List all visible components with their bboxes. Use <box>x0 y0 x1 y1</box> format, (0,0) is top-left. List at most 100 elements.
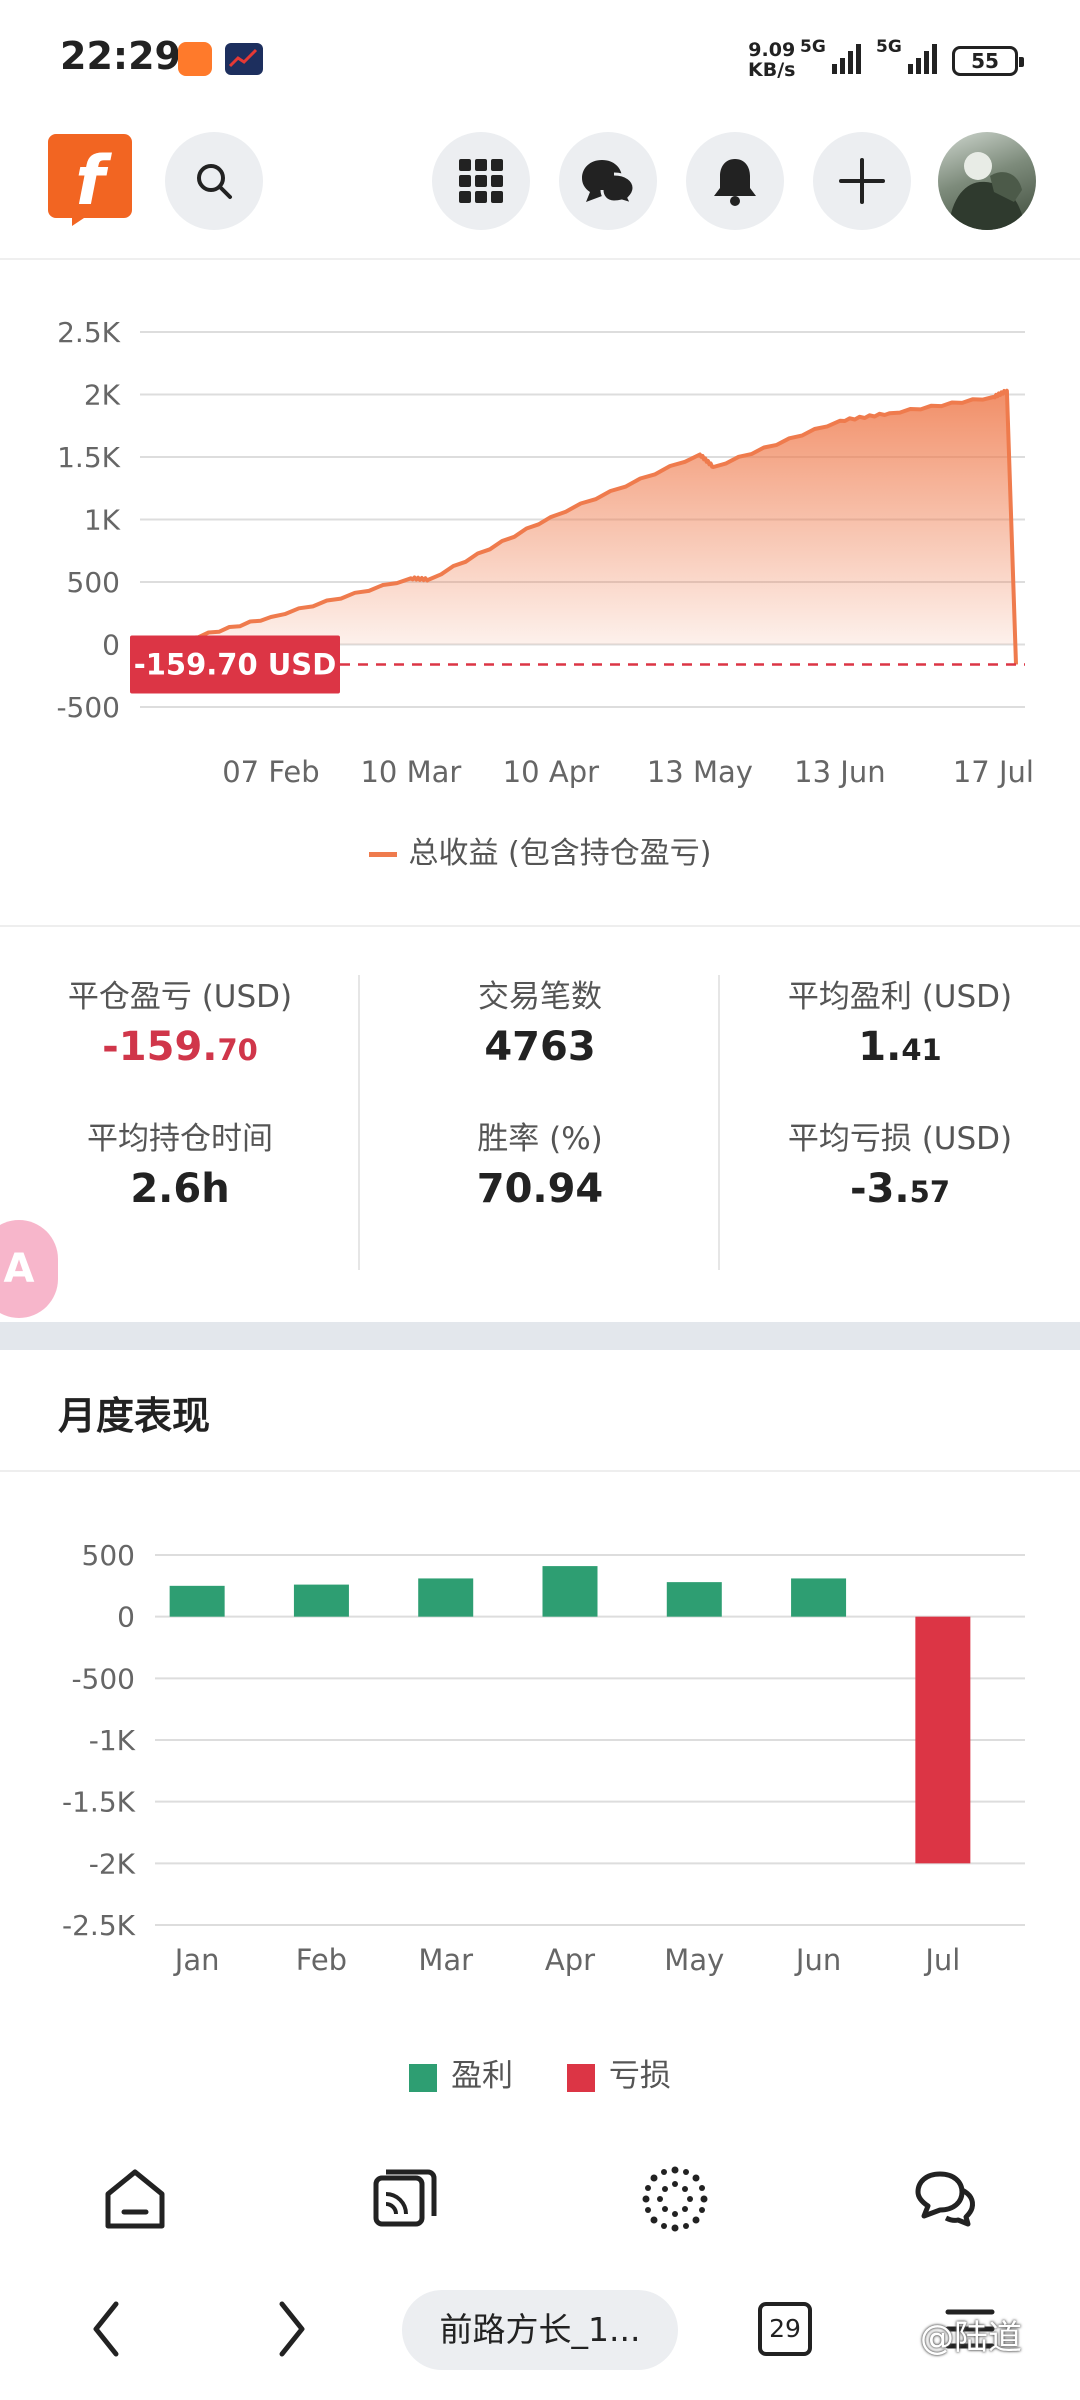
address-bar[interactable]: 前路方长_1... <box>402 2290 678 2370</box>
y-tick-label: -2K <box>89 1847 136 1880</box>
x-tick-label: 10 Mar <box>360 755 461 789</box>
x-tick-label: Apr <box>545 1943 595 1977</box>
stock-app-icon <box>225 43 263 75</box>
apps-grid-icon <box>459 159 503 203</box>
messages-icon[interactable] <box>910 2164 980 2234</box>
search-button[interactable] <box>165 132 263 230</box>
bar-apr <box>542 1566 598 1617</box>
bottom-nav <box>0 2150 1080 2250</box>
watermark: @陆道 <box>920 2318 1022 2358</box>
trades-label: 交易笔数 <box>478 979 602 1015</box>
y-tick-label: 2.5K <box>57 316 121 349</box>
total-profit-chart: 2.5K 2K 1.5K 1K 500 0 -500 07 Feb 10 Mar 10 Apr 1… <box>56 316 1034 789</box>
signal-icon: 5G <box>800 37 861 74</box>
translate-float-button[interactable]: A <box>0 1220 58 1318</box>
x-tick-label: 17 Jul <box>953 755 1034 789</box>
legend-swatch-loss <box>566 2063 595 2092</box>
plus-icon <box>839 158 885 204</box>
legend-profit: 盈利 <box>409 2050 513 2095</box>
stats-column-3: 平均盈利 (USD) 1.41 平均亏损 (USD) -3.57 <box>720 975 1080 1275</box>
avg-profit-label: 平均盈利 (USD) <box>787 979 1013 1015</box>
bar-feb <box>293 1584 349 1617</box>
stats-column-1: 平仓盈亏 (USD) -159.70 平均持仓时间 2.6h <box>0 975 360 1275</box>
y-tick-label: 1K <box>84 504 121 537</box>
stats-column-2: 交易笔数 4763 胜率 (%) 70.94 <box>360 975 720 1275</box>
total-profit-area <box>167 390 1017 665</box>
winrate-label: 胜率 (%) <box>477 1121 603 1157</box>
y-tick-label: -1.5K <box>62 1786 136 1819</box>
x-tick-label: Jul <box>923 1943 960 1977</box>
legend-swatch <box>368 852 397 857</box>
trades-value: 4763 <box>484 1024 596 1070</box>
bar-may <box>666 1582 722 1617</box>
x-tick-label: Mar <box>418 1943 473 1977</box>
avatar-image <box>948 152 1026 230</box>
winrate-value: 70.94 <box>476 1166 604 1212</box>
x-tick-label: 07 Feb <box>222 755 319 789</box>
shopping-app-icon <box>178 42 212 76</box>
stats-panel: 平仓盈亏 (USD) -159.70 平均持仓时间 2.6h 交易笔数 4763… <box>0 975 1080 1275</box>
app-header: f <box>0 120 1080 260</box>
closed-pnl-label: 平仓盈亏 (USD) <box>67 979 293 1015</box>
explore-icon[interactable] <box>640 2164 710 2234</box>
y-tick-label: 500 <box>67 566 120 599</box>
avg-loss-value: -3.57 <box>850 1166 950 1212</box>
x-tick-label: Feb <box>296 1943 347 1977</box>
avg-loss-label: 平均亏损 (USD) <box>787 1121 1013 1157</box>
total-chart-legend: 总收益 (包含持仓盈亏) <box>0 828 1080 872</box>
bar-mar <box>418 1578 474 1617</box>
brand-logo-icon[interactable]: f <box>48 134 132 226</box>
back-icon[interactable] <box>86 2294 126 2364</box>
home-icon[interactable] <box>100 2164 170 2234</box>
y-tick-label: -500 <box>56 691 120 724</box>
section-separator <box>0 1322 1080 1350</box>
closed-pnl-value: -159.70 <box>102 1024 258 1070</box>
search-icon <box>197 164 232 199</box>
legend-swatch-profit <box>409 2063 438 2092</box>
svg-text:5G: 5G <box>876 37 902 57</box>
bar-jun <box>791 1578 847 1617</box>
status-time: 22:29 <box>60 34 181 78</box>
x-tick-label: May <box>664 1943 724 1977</box>
divider <box>0 925 1080 927</box>
avg-hold-label: 平均持仓时间 <box>87 1121 273 1157</box>
legend-label: 总收益 (包含持仓盈亏) <box>408 836 712 871</box>
bar-jul <box>915 1616 971 1864</box>
section-title: 月度表现 <box>58 1394 211 1438</box>
browser-bar: 前路方长_1... 29 @陆道 <box>0 2270 1080 2390</box>
legend-loss: 亏损 <box>566 2050 671 2095</box>
battery-indicator: 55 <box>952 46 1024 76</box>
status-bar: 22:29 9.09 KB/s 5G 5G 55 <box>0 0 1080 120</box>
x-tick-label: Jun <box>794 1943 841 1977</box>
x-tick-label: 13 Jun <box>794 755 885 789</box>
y-tick-label: -500 <box>71 1662 135 1695</box>
network-speed: 9.09 KB/s <box>748 39 796 81</box>
divider <box>0 1470 1080 1472</box>
bell-icon <box>714 159 756 206</box>
x-tick-label: 13 May <box>647 755 753 789</box>
forward-icon[interactable] <box>272 2294 312 2364</box>
y-tick-label: 1.5K <box>57 441 121 474</box>
bar-jan <box>169 1585 225 1617</box>
signal-icon-2: 5G <box>876 37 937 74</box>
x-tick-label: Jan <box>173 1943 220 1977</box>
x-tick-label: 10 Apr <box>503 755 599 789</box>
tab-count-button[interactable]: 29 <box>758 2302 812 2356</box>
chat-button[interactable] <box>559 132 657 230</box>
feed-icon[interactable] <box>370 2164 440 2234</box>
y-tick-label: 0 <box>117 1601 135 1634</box>
y-tick-label: 500 <box>82 1539 135 1572</box>
avg-profit-value: 1.41 <box>858 1024 942 1070</box>
apps-button[interactable] <box>432 132 530 230</box>
monthly-chart-legend: 盈利 亏损 <box>0 2050 1080 2095</box>
y-tick-label: 2K <box>84 379 121 412</box>
chat-icon <box>582 160 636 206</box>
avg-hold-value: 2.6h <box>130 1166 230 1212</box>
current-value-label: -159.70 USD <box>134 647 337 681</box>
svg-text:5G: 5G <box>800 37 826 57</box>
y-tick-label: -1K <box>89 1724 136 1757</box>
avatar[interactable] <box>938 132 1036 230</box>
notifications-button[interactable] <box>686 132 784 230</box>
monthly-performance-chart: 500 0 -500 -1K -1.5K -2K -2.5K Jan Feb Mar Apr May… <box>62 1539 1025 1977</box>
create-button[interactable] <box>813 132 911 230</box>
